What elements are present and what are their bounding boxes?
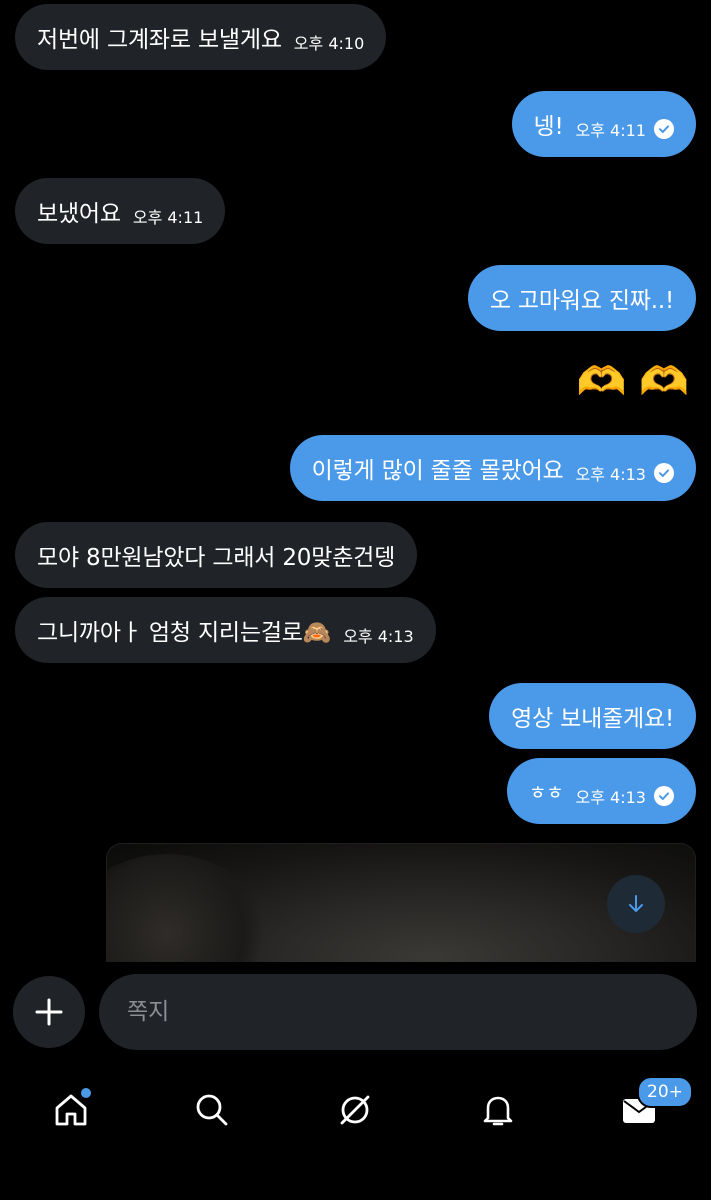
message-text: 오 고마워요 진짜..! <box>489 288 674 314</box>
check-circle-icon <box>654 119 674 139</box>
message-time: 오후 4:13 <box>575 465 646 484</box>
dm-conversation-screen: 저번에 그계좌로 보낼게요 오후 4:10 넹! 오후 4:11 보냈어요 오후… <box>0 0 711 1200</box>
message-input[interactable] <box>125 998 697 1026</box>
message-time-wrap: 오후 4:11 <box>576 117 674 141</box>
message-bubble-incoming[interactable]: 그니까아ㅏ 엄청 지리는걸로🙈 오후 4:13 <box>15 597 436 663</box>
check-circle-icon <box>654 463 674 483</box>
message-text: 모야 8만원남았다 그래서 20맞춘건뎅 <box>37 545 396 571</box>
emoji-message[interactable]: 🫶 🫶 <box>577 358 689 406</box>
message-time: 오후 4:13 <box>343 627 414 646</box>
message-input-wrapper <box>99 974 697 1050</box>
message-time: 오후 4:10 <box>293 34 365 53</box>
download-icon <box>629 895 643 912</box>
grok-icon <box>340 1095 370 1125</box>
check-circle-icon <box>654 786 674 806</box>
message-composer <box>0 962 711 1062</box>
message-time: 오후 4:11 <box>132 208 204 227</box>
message-text: 보냈어요 <box>37 201 121 227</box>
message-bubble-outgoing[interactable]: 영상 보내줄게요! <box>489 683 696 749</box>
search-icon <box>196 1094 228 1126</box>
message-time-wrap: 오후 4:13 <box>576 784 674 808</box>
message-bubble-outgoing[interactable]: ㅎㅎ 오후 4:13 <box>506 758 696 824</box>
home-notification-dot <box>79 1086 93 1100</box>
message-text: 넹! <box>533 114 564 140</box>
message-bubble-incoming[interactable]: 모야 8만원남았다 그래서 20맞춘건뎅 <box>15 522 418 588</box>
message-bubble-outgoing[interactable]: 오 고마워요 진짜..! <box>467 265 696 331</box>
message-text: 영상 보내줄게요! <box>511 706 674 732</box>
add-media-button[interactable] <box>13 976 85 1048</box>
bell-icon <box>483 1096 513 1126</box>
message-time: 오후 4:11 <box>575 121 646 140</box>
message-text: 저번에 그계좌로 보낼게요 <box>37 27 282 53</box>
download-button[interactable] <box>607 875 665 933</box>
message-text: 이렇게 많이 줄줄 몰랐어요 <box>311 458 564 484</box>
nav-grok[interactable] <box>325 1080 385 1140</box>
message-bubble-incoming[interactable]: 저번에 그계좌로 보낼게요 오후 4:10 <box>15 4 387 70</box>
nav-search[interactable] <box>182 1080 242 1140</box>
message-bubble-outgoing[interactable]: 넹! 오후 4:11 <box>511 91 696 157</box>
message-bubble-incoming[interactable]: 보냈어요 오후 4:11 <box>15 178 226 244</box>
nav-home[interactable] <box>41 1080 101 1140</box>
plus-icon <box>35 998 63 1026</box>
heart-hands-emoji: 🫶 🫶 <box>576 359 689 405</box>
message-time-wrap: 오후 4:13 <box>576 461 674 485</box>
messages-count-badge: 20+ <box>637 1076 693 1108</box>
media-attachment[interactable] <box>106 843 696 963</box>
bottom-nav: 20+ <box>0 1062 711 1200</box>
message-text: ㅎㅎ <box>528 781 564 804</box>
message-text: 그니까아ㅏ 엄청 지리는걸로🙈 <box>37 620 332 646</box>
message-bubble-outgoing[interactable]: 이렇게 많이 줄줄 몰랐어요 오후 4:13 <box>289 435 696 501</box>
message-time: 오후 4:13 <box>575 788 646 807</box>
nav-notifications[interactable] <box>468 1080 528 1140</box>
